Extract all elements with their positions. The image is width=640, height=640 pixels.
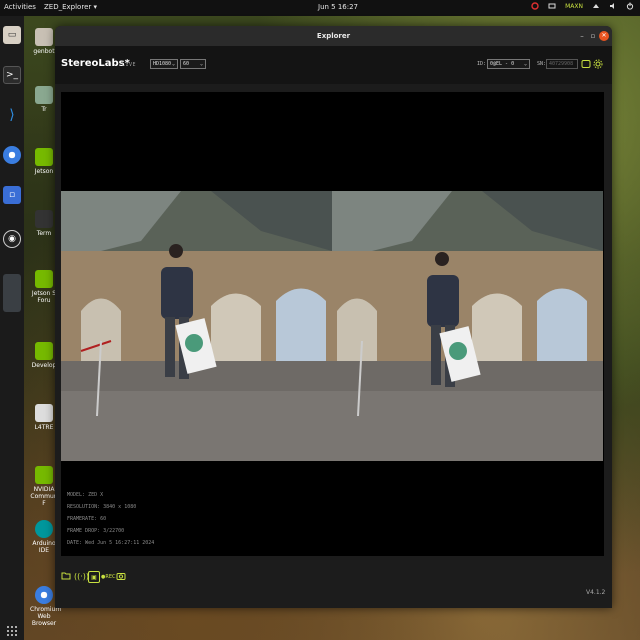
resolution-select[interactable]: HD1080 ⌄ [150,59,178,69]
volume-icon[interactable] [609,2,617,10]
app-menu-label: ZED_Explorer [44,3,92,11]
window-titlebar[interactable]: Explorer – ▫ ✕ [55,26,612,46]
minimize-button[interactable]: – [577,31,587,41]
serial-label: SN: [537,61,547,67]
broadcast-icon[interactable]: ((·)) [74,571,89,583]
document-icon [35,404,53,422]
desktop-icon-label: L4TRE [34,424,54,431]
version-label: V4.1.2 [586,589,606,596]
gpu-icon[interactable] [548,2,556,10]
trash-icon [35,86,53,104]
clock[interactable]: Jun 5 16:27 [318,3,358,11]
close-button[interactable]: ✕ [599,31,609,41]
snapshot-icon[interactable] [115,571,127,583]
camera-id-label: ID: [477,61,487,67]
system-top-bar: Activities ZED_Explorer ▾ Jun 5 16:27 MA… [0,0,640,16]
info-model: MODEL: ZED X [67,492,104,498]
right-scene-image [332,191,603,461]
desktop-icon-l4t[interactable]: L4TRE [30,404,58,431]
explorer-window: Explorer – ▫ ✕ StereoLabs* LIVE HD1080 ⌄… [55,26,612,608]
settings-icon[interactable] [593,59,603,69]
camera-info-panel: MODEL: ZED X RESOLUTION: 3840 x 1080 FRA… [67,489,154,549]
desktop-icon-trash[interactable]: Tr [30,86,58,113]
desktop-icon-label: Jetson [34,168,54,175]
obs-icon[interactable]: ◉ [3,230,21,248]
power-icon[interactable] [626,2,634,10]
maximize-button[interactable]: ▫ [588,31,598,41]
activities-button[interactable]: Activities [4,3,36,11]
desktop-icon-label: Chromium Web Browser [30,606,62,627]
serial-number-value: 40729908 [549,61,574,67]
folder-icon[interactable] [60,571,72,583]
record-label: REC [105,574,116,580]
desktop-icon-label: genbot [33,48,55,55]
desktop-icon-label: Arduino IDE [32,540,56,554]
terminal-icon [35,210,53,228]
system-tray[interactable]: MAXN [531,2,634,10]
desktop-icon-jetson-forum[interactable]: Jetson S Foru [30,270,58,304]
app-header: StereoLabs* LIVE HD1080 ⌄ 60 ⌄ ID: 0@EL … [55,46,612,84]
live-indicator: LIVE [122,62,137,68]
desktop-icon-label: Term [36,230,52,237]
network-icon[interactable] [592,2,600,10]
show-apps-icon[interactable] [3,622,21,640]
desktop-icon-jetson[interactable]: Jetson [30,148,58,175]
fps-value: 60 [183,61,190,67]
brand-logo: StereoLabs* [61,58,130,69]
desktop-icon-developer[interactable]: Develop [30,342,58,369]
record-button[interactable]: ●REC [101,571,116,583]
nvidia-icon [35,342,53,360]
left-scene-image [61,191,332,461]
power-mode-badge[interactable]: MAXN [565,3,583,10]
right-camera-frame [332,191,603,461]
camera-icon[interactable] [581,59,591,69]
app-footer: ((·)) ▣ ●REC V4.1.2 [55,556,612,608]
desktop-icon-label: NVIDIA Commun F [30,486,58,507]
nvidia-icon [35,466,53,484]
info-frame-drop: FRAME DROP: 3/22700 [67,528,125,534]
serial-number-field: 40729908 [546,59,578,69]
app-menu[interactable]: ZED_Explorer ▾ [44,3,97,11]
video-viewer[interactable]: MODEL: ZED X RESOLUTION: 3840 x 1080 FRA… [61,92,604,556]
chevron-down-icon: ⌄ [171,61,175,67]
arduino-icon [35,520,53,538]
svo-icon[interactable]: ▣ [88,571,100,583]
desktop-icon-nvidia-community[interactable]: NVIDIA Commun F [30,466,58,507]
desktop-icon-label: Jetson S Foru [31,290,57,304]
desktop-icon-terminal[interactable]: Term [30,210,58,237]
dock: ▭ >_ ⟩ ▫ ◉ [0,16,24,640]
home-folder-icon [35,28,53,46]
chromium-icon [35,586,53,604]
desktop-icon-chromium[interactable]: Chromium Web Browser [30,586,62,627]
camera-id-select[interactable]: 0@EL - 0 ⌄ [487,59,530,69]
resolution-value: HD1080 [153,61,172,67]
dock-placeholder-icon[interactable] [3,274,21,312]
desktop-icon-label: Develop [31,362,57,369]
desktop-icon-arduino[interactable]: Arduino IDE [30,520,58,554]
info-date: DATE: Wed Jun 5 16:27:11 2024 [67,540,155,546]
fps-select[interactable]: 60 ⌄ [180,59,206,69]
vscode-icon[interactable]: ⟩ [3,106,21,124]
window-title: Explorer [316,32,351,40]
chromium-icon[interactable] [3,146,21,164]
camera-id-value: 0@EL - 0 [490,61,515,67]
info-resolution: RESOLUTION: 3840 x 1080 [67,504,137,510]
desktop-icon-label: Tr [41,106,47,113]
status-red-icon[interactable] [531,2,539,10]
editor-icon[interactable]: ▫ [3,186,21,204]
nvidia-icon [35,148,53,166]
files-icon[interactable]: ▭ [3,26,21,44]
info-framerate: FRAMERATE: 60 [67,516,107,522]
chevron-down-icon: ⌄ [199,61,203,67]
left-camera-frame [61,191,332,461]
terminal-icon[interactable]: >_ [3,66,21,84]
nvidia-icon [35,270,53,288]
power-mode-label: MAXN [565,2,583,10]
chevron-down-icon: ⌄ [523,61,527,67]
desktop-icon-genbot[interactable]: genbot [30,28,58,55]
